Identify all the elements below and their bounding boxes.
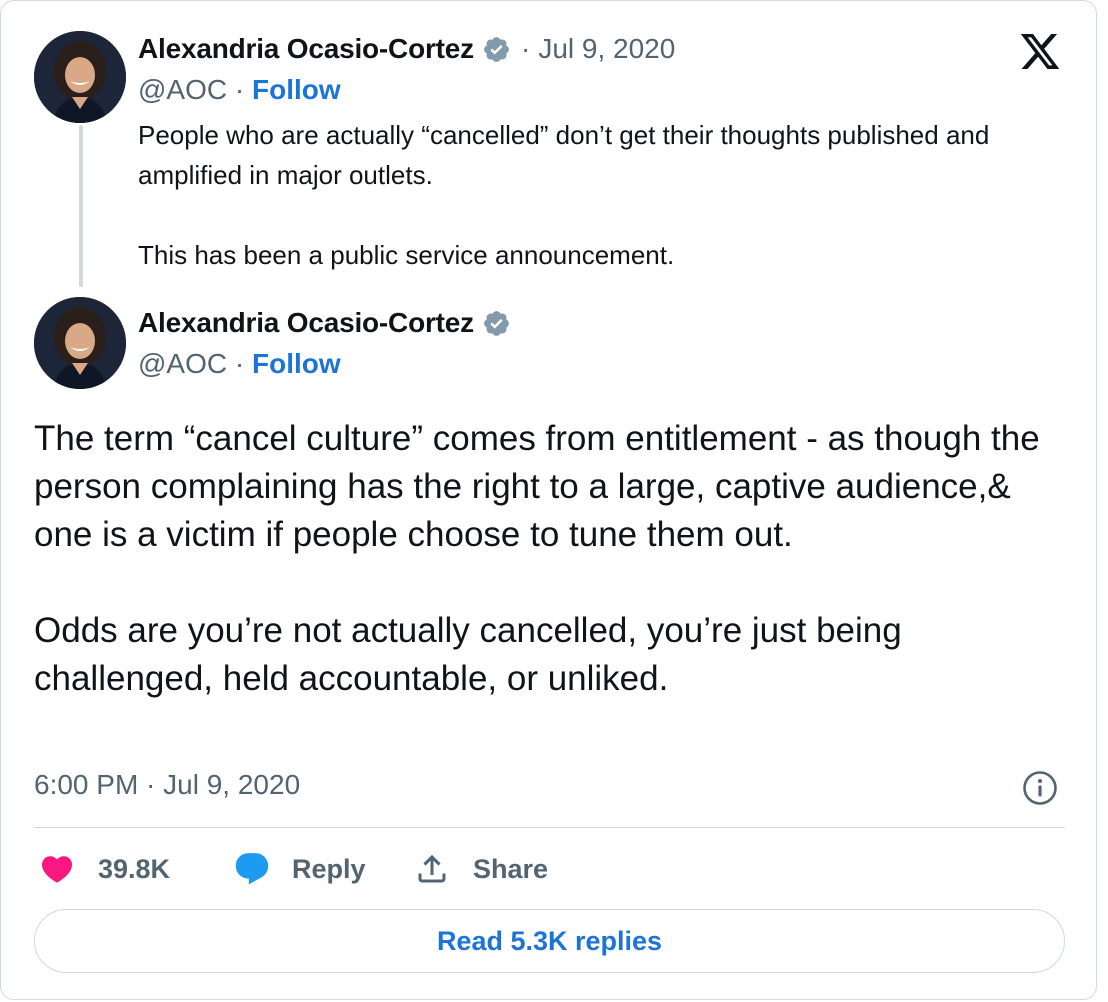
author-handle[interactable]: @AOC: [138, 74, 227, 105]
tweet-paragraph: The term “cancel culture” comes from ent…: [34, 419, 1040, 554]
avatar-portrait-icon: [34, 31, 126, 123]
main-tweet-text: The term “cancel culture” comes from ent…: [34, 415, 1074, 703]
main-handle-row: @AOC · Follow: [138, 348, 341, 380]
reply-label: Reply: [292, 853, 366, 884]
quoted-tweet-text: People who are actually “cancelled” don’…: [138, 115, 1038, 275]
avatar[interactable]: [34, 297, 126, 389]
like-count: 39.8K: [98, 853, 171, 884]
follow-button[interactable]: Follow: [252, 348, 341, 379]
like-button[interactable]: 39.8K: [39, 849, 170, 889]
quoted-author-row: Alexandria Ocasio-Cortez · Jul 9, 2020: [138, 29, 675, 69]
share-button[interactable]: Share: [414, 849, 548, 889]
avatar[interactable]: [34, 31, 126, 123]
tweet-paragraph: Odds are you’re not actually cancelled, …: [34, 611, 902, 698]
speech-bubble-icon: [235, 853, 269, 885]
date-separator: ·: [520, 33, 531, 64]
avatar-portrait-icon: [34, 297, 126, 389]
main-author-row: Alexandria Ocasio-Cortez: [138, 303, 511, 343]
reply-button[interactable]: Reply: [232, 849, 366, 889]
divider: [34, 827, 1065, 828]
thread-connector-line: [79, 125, 83, 287]
author-name[interactable]: Alexandria Ocasio-Cortez: [138, 307, 474, 339]
tweet-date-link[interactable]: Jul 9, 2020: [538, 33, 675, 65]
share-label: Share: [473, 853, 549, 884]
author-name[interactable]: Alexandria Ocasio-Cortez: [138, 33, 474, 65]
share-upload-icon: [418, 854, 446, 883]
quoted-handle-row: @AOC · Follow: [138, 74, 341, 106]
verified-badge-icon: [484, 310, 509, 336]
handle-separator: ·: [234, 74, 252, 105]
handle-separator: ·: [234, 348, 252, 379]
heart-icon: [41, 856, 73, 883]
follow-button[interactable]: Follow: [252, 74, 341, 105]
tweet-paragraph: People who are actually “cancelled” don’…: [138, 120, 990, 190]
tweet-embed-card: Alexandria Ocasio-Cortez · Jul 9, 2020 @…: [0, 0, 1097, 1000]
read-replies-button[interactable]: Read 5.3K replies: [34, 909, 1065, 973]
x-logo-icon[interactable]: [1017, 30, 1063, 73]
tweet-timestamp[interactable]: 6:00 PM · Jul 9, 2020: [34, 769, 300, 801]
info-icon[interactable]: [1022, 770, 1058, 806]
author-handle[interactable]: @AOC: [138, 348, 227, 379]
verified-badge-icon: [484, 36, 509, 62]
tweet-paragraph: This has been a public service announcem…: [138, 240, 675, 270]
